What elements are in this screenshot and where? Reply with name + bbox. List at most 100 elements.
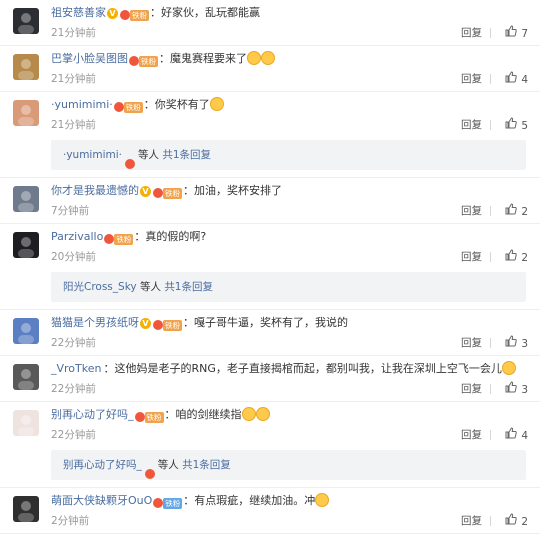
username-link[interactable]: 别再心动了好吗_ [51,408,134,421]
avatar[interactable] [13,364,39,390]
comment-line: 你才是我最遗憾的 V 铁粉 ：加油，奖杯安排了 [51,183,530,199]
user-badges: 铁粉 [153,493,183,509]
vip-badge-icon: V [140,185,151,197]
sub-reply-count[interactable]: 共1条回复 [162,149,211,161]
fan-badge-label: 铁粉 [123,102,143,113]
fan-badge-label: 铁粉 [163,498,183,509]
comment-line: 祖安慈善家 V 铁粉 ：好家伙，乱玩都能赢 [51,5,530,21]
fan-badge[interactable]: 铁粉 [153,318,182,331]
sub-reply-user[interactable]: 阳光Cross_Sky [63,281,137,293]
username-link[interactable]: 巴掌小脸吴图图 [51,52,128,65]
fan-badge [144,460,155,479]
username-link[interactable]: _VroTken [51,362,101,375]
reply-button[interactable]: 回复 [461,26,482,40]
action-divider [490,338,491,348]
comment-item: ·yumimimi· 铁粉 ：你奖杯有了 21分钟前 回复 5 ·yumimimi· 等人 共… [0,92,540,178]
sub-reply-count[interactable]: 共1条回复 [182,459,231,471]
emoji-sticker-icon [209,97,224,111]
like-button[interactable]: 7 [505,25,528,42]
colon-separator: ： [150,6,161,19]
like-button[interactable]: 4 [505,427,528,444]
fan-heart-icon [104,233,115,244]
reply-button[interactable]: 回复 [461,204,482,218]
comment-time: 22分钟前 [51,429,96,441]
reply-button[interactable]: 回复 [461,72,482,86]
comment-item: 萌面大侠缺颗牙OuO 铁粉 ：有点瑕疵，继续加油。冲 2分钟前 回复 2 [0,488,540,534]
action-divider [490,252,491,262]
fan-heart-icon [144,468,155,479]
comment-text: 咱的剑继续指 [175,408,242,421]
comment-line: 巴掌小脸吴图图 铁粉 ：魔鬼赛程要来了 [51,51,530,67]
username-link[interactable]: 萌面大侠缺颗牙OuO [51,494,152,507]
sub-reply-etc: 等人 [137,149,159,161]
avatar[interactable] [13,318,39,344]
reply-button[interactable]: 回复 [461,336,482,350]
thumbs-up-icon [505,117,518,133]
vip-badge-icon: V [107,7,118,19]
like-button[interactable]: 5 [505,117,528,134]
avatar[interactable] [13,496,39,522]
fan-badge[interactable]: 铁粉 [153,186,182,199]
sub-reply-box[interactable]: 别再心动了好吗_ 等人 共1条回复 [51,450,526,480]
avatar[interactable] [13,186,39,212]
username-link[interactable]: 祖安慈善家 [51,6,106,19]
like-button[interactable]: 2 [505,203,528,220]
reply-button[interactable]: 回复 [461,514,482,528]
user-badges: 铁粉 [129,51,158,67]
username-link[interactable]: 你才是我最遗憾的 [51,184,139,197]
reply-button[interactable]: 回复 [461,382,482,396]
fan-badge[interactable]: 铁粉 [104,232,134,245]
like-count: 5 [521,120,528,132]
reply-button[interactable]: 回复 [461,250,482,264]
like-count: 3 [521,338,528,350]
comment-text: 真的假的啊? [145,230,207,243]
thumbs-up-icon [505,25,518,41]
avatar[interactable] [13,8,39,34]
like-button[interactable]: 2 [505,249,528,266]
comment-time: 22分钟前 [51,337,96,349]
comment-time: 20分钟前 [51,251,96,263]
thumbs-up-icon [505,249,518,265]
avatar[interactable] [13,410,39,436]
sub-reply-box[interactable]: ·yumimimi· 等人 共1条回复 [51,140,526,170]
avatar[interactable] [13,54,39,80]
username-link[interactable]: 猫猫是个男孩纸呀 [51,316,139,329]
comment-item: 祖安慈善家 V 铁粉 ：好家伙，乱玩都能赢 21分钟前 回复 7 [0,0,540,46]
comment-line: 萌面大侠缺颗牙OuO 铁粉 ：有点瑕疵，继续加油。冲 [51,493,530,509]
sub-reply-count[interactable]: 共1条回复 [164,281,213,293]
avatar[interactable] [13,232,39,258]
emoji-sticker-icon [261,51,275,65]
user-badges: 铁粉 [134,407,164,423]
like-button[interactable]: 4 [505,71,528,88]
username-link[interactable]: ·yumimimi· [51,98,113,111]
sub-reply-user[interactable]: 别再心动了好吗_ [63,459,142,471]
comment-line: 别再心动了好吗_ 铁粉 ：咱的剑继续指 [51,407,530,423]
comment-item: Parzivallo 铁粉 ：真的假的啊? 20分钟前 回复 2 阳光Cross_Sky 等… [0,224,540,310]
fan-badge[interactable]: 铁粉 [153,496,183,509]
sub-reply-user[interactable]: ·yumimimi· [63,149,122,161]
avatar[interactable] [13,100,39,126]
comment-text: 加油，奖杯安排了 [194,184,282,197]
comment-time: 22分钟前 [51,383,96,395]
fan-heart-icon [153,497,164,508]
like-button[interactable]: 2 [505,513,528,530]
fan-badge[interactable]: 铁粉 [134,410,164,423]
comment-text: 你奖杯有了 [154,98,210,111]
comment-list: 祖安慈善家 V 铁粉 ：好家伙，乱玩都能赢 21分钟前 回复 7 巴掌小脸吴图图 铁粉 ：魔鬼赛程… [0,0,540,534]
reply-button[interactable]: 回复 [461,428,482,442]
like-count: 7 [521,28,528,40]
colon-separator: ： [159,52,170,65]
fan-badge[interactable]: 铁粉 [120,8,149,21]
username-link[interactable]: Parzivallo [51,230,103,243]
fan-heart-icon [129,55,139,66]
reply-button[interactable]: 回复 [461,118,482,132]
fan-badge[interactable]: 铁粉 [113,100,143,113]
comment-text: 嘎子哥牛逼，奖杯有了，我说的 [194,316,348,329]
fan-heart-icon [113,101,124,112]
comment-line: ·yumimimi· 铁粉 ：你奖杯有了 [51,97,530,113]
like-button[interactable]: 3 [505,335,528,352]
fan-badge[interactable]: 铁粉 [129,54,158,67]
like-button[interactable]: 3 [505,381,528,398]
comment-item: 你才是我最遗憾的 V 铁粉 ：加油，奖杯安排了 7分钟前 回复 2 [0,178,540,224]
sub-reply-box[interactable]: 阳光Cross_Sky 等人 共1条回复 [51,272,526,302]
